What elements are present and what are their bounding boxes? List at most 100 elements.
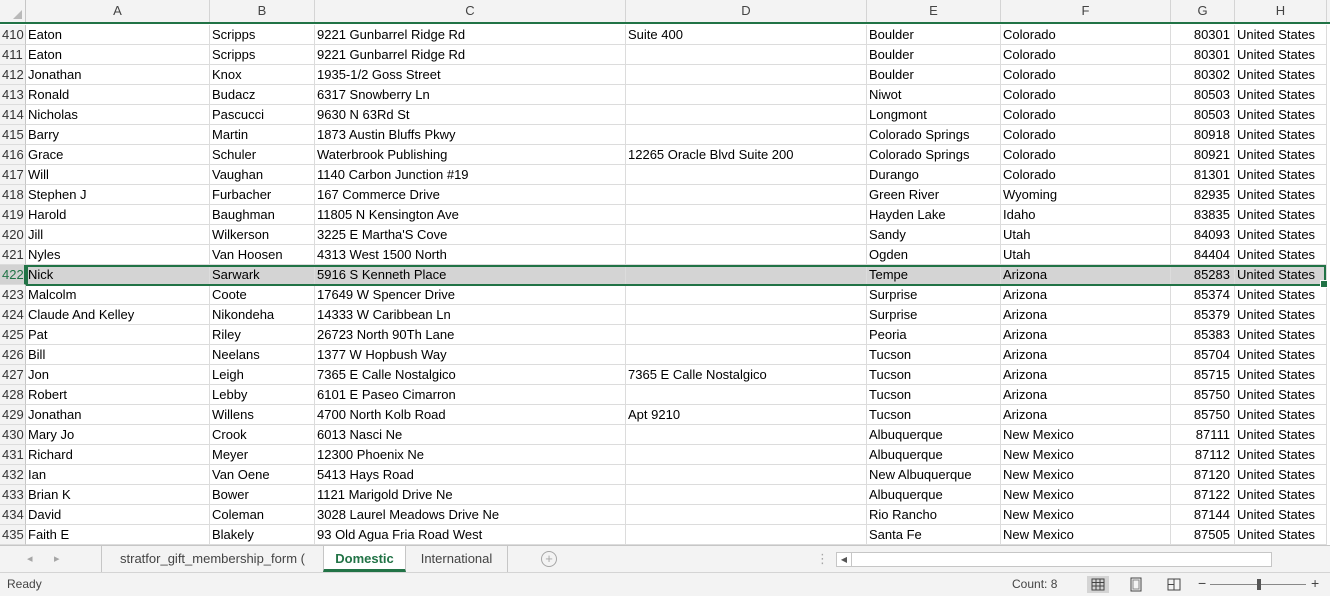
cell-last-name[interactable]: Pascucci — [210, 105, 315, 125]
cell-address-2[interactable] — [626, 485, 867, 505]
cell-city[interactable]: Surprise — [867, 285, 1001, 305]
cell-address-2[interactable] — [626, 45, 867, 65]
column-header-h[interactable]: H — [1235, 0, 1327, 22]
cell-address-2[interactable] — [626, 105, 867, 125]
cell-country[interactable]: United States — [1235, 85, 1327, 105]
cell-country[interactable]: United States — [1235, 485, 1327, 505]
cell-last-name[interactable]: Neelans — [210, 345, 315, 365]
row-header[interactable]: 428 — [0, 385, 26, 405]
page-break-view-icon[interactable] — [1163, 576, 1185, 593]
cell-country[interactable]: United States — [1235, 365, 1327, 385]
tab-scroll-left-icon[interactable]: ◂ — [27, 552, 33, 565]
cell-address-1[interactable]: 1935-1/2 Goss Street — [315, 65, 626, 85]
row-header[interactable]: 420 — [0, 225, 26, 245]
select-all-button[interactable] — [0, 0, 26, 22]
cell-country[interactable]: United States — [1235, 305, 1327, 325]
cell-last-name[interactable]: Willens — [210, 405, 315, 425]
tab-splitter-handle[interactable]: ⋮ — [816, 551, 829, 567]
column-header-b[interactable]: B — [210, 0, 315, 22]
cell-zip[interactable]: 87112 — [1171, 445, 1235, 465]
cell-address-1[interactable]: 6101 E Paseo Cimarron — [315, 385, 626, 405]
scroll-left-arrow-icon[interactable]: ◀ — [837, 553, 852, 566]
cell-city[interactable]: Tempe — [867, 265, 1001, 285]
cell-city[interactable]: Hayden Lake — [867, 205, 1001, 225]
row-header[interactable]: 429 — [0, 405, 26, 425]
cell-zip[interactable]: 87120 — [1171, 465, 1235, 485]
row-header[interactable]: 414 — [0, 105, 26, 125]
cell-address-1[interactable]: 3225 E Martha'S Cove — [315, 225, 626, 245]
cell-first-name[interactable]: Will — [26, 165, 210, 185]
cell-city[interactable]: Niwot — [867, 85, 1001, 105]
cell-address-2[interactable] — [626, 85, 867, 105]
cell-address-2[interactable] — [626, 265, 867, 285]
cell-zip[interactable]: 85750 — [1171, 385, 1235, 405]
cell-last-name[interactable]: Baughman — [210, 205, 315, 225]
cell-first-name[interactable]: Barry — [26, 125, 210, 145]
cell-address-2[interactable] — [626, 225, 867, 245]
cell-city[interactable]: Sandy — [867, 225, 1001, 245]
cell-last-name[interactable]: Vaughan — [210, 165, 315, 185]
cell-first-name[interactable]: Stephen J — [26, 185, 210, 205]
cell-city[interactable]: Boulder — [867, 25, 1001, 45]
row-header[interactable]: 418 — [0, 185, 26, 205]
cell-last-name[interactable]: Martin — [210, 125, 315, 145]
cell-address-1[interactable]: 6317 Snowberry Ln — [315, 85, 626, 105]
cell-first-name[interactable]: Jon — [26, 365, 210, 385]
cell-last-name[interactable]: Van Hoosen — [210, 245, 315, 265]
cell-address-2[interactable] — [626, 165, 867, 185]
cell-address-2[interactable] — [626, 425, 867, 445]
cell-country[interactable]: United States — [1235, 205, 1327, 225]
cell-address-2[interactable] — [626, 285, 867, 305]
cell-address-1[interactable]: 1140 Carbon Junction #19 — [315, 165, 626, 185]
cell-country[interactable]: United States — [1235, 45, 1327, 65]
cell-state[interactable]: New Mexico — [1001, 465, 1171, 485]
cell-state[interactable]: New Mexico — [1001, 445, 1171, 465]
cell-state[interactable]: Colorado — [1001, 65, 1171, 85]
cell-zip[interactable]: 80921 — [1171, 145, 1235, 165]
cell-first-name[interactable]: Brian K — [26, 485, 210, 505]
row-header[interactable]: 431 — [0, 445, 26, 465]
cell-first-name[interactable]: Claude And Kelley — [26, 305, 210, 325]
cell-country[interactable]: United States — [1235, 265, 1327, 285]
cell-address-1[interactable]: 3028 Laurel Meadows Drive Ne — [315, 505, 626, 525]
cell-last-name[interactable]: Furbacher — [210, 185, 315, 205]
cell-state[interactable]: New Mexico — [1001, 525, 1171, 545]
cell-grid[interactable]: 435 Faith E Blakely 93 Old Agua Fria Road W… — [0, 25, 1330, 545]
row-header[interactable]: 426 — [0, 345, 26, 365]
cell-state[interactable]: New Mexico — [1001, 505, 1171, 525]
cell-state[interactable]: Colorado — [1001, 105, 1171, 125]
row-header[interactable]: 424 — [0, 305, 26, 325]
cell-state[interactable]: Colorado — [1001, 165, 1171, 185]
cell-zip[interactable]: 80503 — [1171, 105, 1235, 125]
row-header[interactable]: 421 — [0, 245, 26, 265]
cell-address-1[interactable]: 5413 Hays Road — [315, 465, 626, 485]
cell-address-1[interactable]: 14333 W Caribbean Ln — [315, 305, 626, 325]
column-header-g[interactable]: G — [1171, 0, 1235, 22]
horizontal-scrollbar[interactable]: ◀ — [836, 552, 1272, 567]
cell-country[interactable]: United States — [1235, 145, 1327, 165]
cell-last-name[interactable]: Blakely — [210, 525, 315, 545]
cell-zip[interactable]: 80301 — [1171, 25, 1235, 45]
cell-country[interactable]: United States — [1235, 385, 1327, 405]
cell-first-name[interactable]: Eaton — [26, 45, 210, 65]
cell-zip[interactable]: 85383 — [1171, 325, 1235, 345]
cell-country[interactable]: United States — [1235, 245, 1327, 265]
cell-first-name[interactable]: Eaton — [26, 25, 210, 45]
cell-country[interactable]: United States — [1235, 125, 1327, 145]
cell-city[interactable]: Tucson — [867, 385, 1001, 405]
cell-zip[interactable]: 80302 — [1171, 65, 1235, 85]
cell-last-name[interactable]: Crook — [210, 425, 315, 445]
row-header[interactable]: 417 — [0, 165, 26, 185]
cell-address-2[interactable] — [626, 385, 867, 405]
cell-city[interactable]: Boulder — [867, 65, 1001, 85]
cell-state[interactable]: Arizona — [1001, 265, 1171, 285]
cell-state[interactable]: New Mexico — [1001, 485, 1171, 505]
cell-address-1[interactable]: 9221 Gunbarrel Ridge Rd — [315, 45, 626, 65]
cell-address-2[interactable] — [626, 185, 867, 205]
cell-country[interactable]: United States — [1235, 285, 1327, 305]
cell-address-2[interactable] — [626, 245, 867, 265]
zoom-in-button[interactable]: + — [1311, 575, 1319, 591]
cell-address-2[interactable] — [626, 525, 867, 545]
row-header[interactable]: 412 — [0, 65, 26, 85]
cell-address-2[interactable]: 7365 E Calle Nostalgico — [626, 365, 867, 385]
